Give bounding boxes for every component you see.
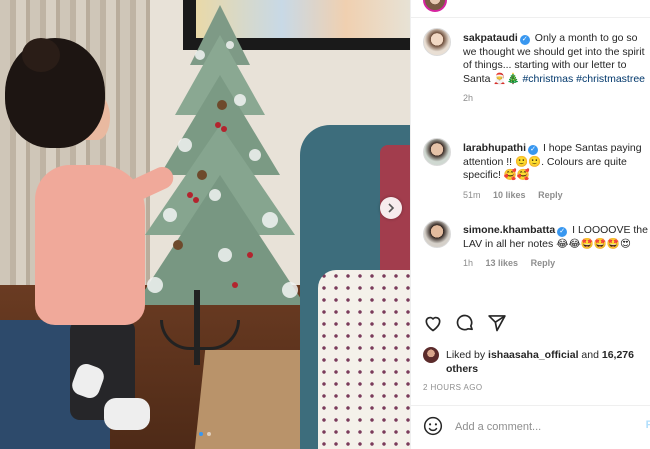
comment-likes[interactable]: 10 likes [493, 190, 526, 200]
chair-seat [318, 270, 410, 449]
comment-username[interactable]: larabhupathi [463, 142, 526, 154]
carousel-next-button[interactable] [380, 197, 402, 219]
chevron-right-icon [388, 203, 395, 213]
post-timestamp[interactable]: 2 HOURS AGO [423, 383, 483, 392]
comment-time: 51m [463, 189, 481, 200]
verified-icon: ✓ [557, 227, 568, 237]
like-button[interactable] [423, 313, 445, 335]
add-comment-input[interactable] [455, 417, 625, 437]
liked-by-user[interactable]: ishaasaha_official [488, 349, 578, 361]
verified-icon: ✓ [519, 35, 530, 45]
caption-username[interactable]: sakpataudi [463, 32, 518, 44]
add-comment-divider [411, 405, 650, 406]
liked-by-prefix: Liked by [446, 349, 486, 361]
post-photo[interactable] [0, 0, 410, 449]
carousel-dot-active [199, 432, 203, 436]
liked-by-and: and [581, 349, 599, 361]
comment-icon [456, 314, 473, 331]
post-side-panel: sakpataudi ✓ Only a month to go so we tho… [410, 0, 650, 449]
header-avatar[interactable] [423, 0, 447, 12]
comment-time: 1h [463, 258, 474, 268]
liked-by-avatar[interactable] [423, 347, 439, 363]
avatar[interactable] [423, 138, 451, 166]
heart-icon [425, 316, 441, 332]
header-divider [411, 17, 650, 18]
caption-meta: 2h [463, 92, 649, 106]
avatar[interactable] [423, 28, 451, 56]
liked-by-text: Liked by ishaasaha_official and 16,276 o… [446, 348, 646, 376]
action-bar [423, 313, 650, 337]
carousel-dot [207, 432, 211, 436]
comment-meta: 1h 13 likes Reply [463, 257, 649, 271]
caption-time: 2h [463, 93, 474, 103]
smiley-icon[interactable] [423, 416, 443, 436]
reply-button[interactable]: Reply [538, 190, 563, 200]
caption-body: sakpataudi ✓ Only a month to go so we tho… [463, 32, 649, 106]
reply-button[interactable]: Reply [531, 258, 556, 268]
hashtag-christmas[interactable]: #christmas [522, 73, 573, 85]
comment-button[interactable] [455, 313, 477, 335]
avatar[interactable] [423, 220, 451, 248]
paper-plane-icon [488, 315, 506, 332]
caption-emojis: 🎅🎄 [493, 72, 520, 85]
comment-body: simone.khambatta ✓ I LOOOOVE the LAV in a… [463, 224, 649, 271]
post-button[interactable]: P [646, 419, 650, 431]
comment-meta: 51m 10 likes Reply [463, 189, 649, 203]
add-comment-row: P [423, 414, 650, 440]
comment-username[interactable]: simone.khambatta [463, 224, 555, 236]
share-button[interactable] [487, 313, 509, 335]
child-sock-right [104, 398, 150, 430]
child-hair-bun [22, 38, 60, 72]
comment-body: larabhupathi ✓ I hope Santas paying atten… [463, 142, 649, 202]
verified-icon: ✓ [528, 145, 539, 155]
hashtag-christmastree[interactable]: #christmastree [576, 73, 645, 85]
comment-likes[interactable]: 13 likes [486, 258, 519, 268]
carousel-dots [0, 432, 410, 436]
